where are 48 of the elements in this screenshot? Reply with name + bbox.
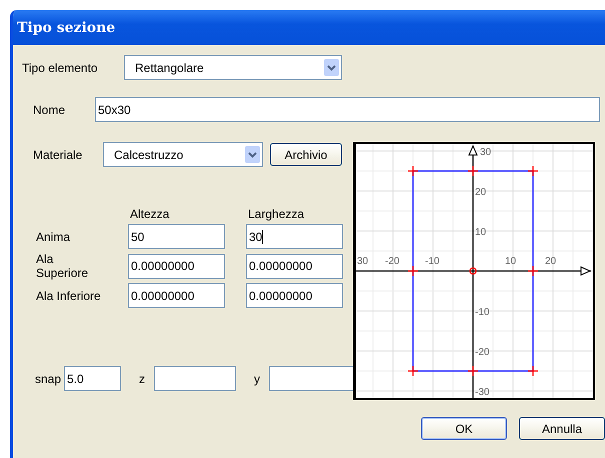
row-label: Ala Inferiore — [36, 288, 102, 302]
row-label: Ala Superiore — [36, 252, 90, 280]
archive-button[interactable]: Archivio — [270, 143, 342, 166]
element-type-dropdown[interactable]: Rettangolare — [124, 55, 342, 80]
name-field[interactable]: 50x30 — [95, 97, 600, 122]
field-label: Tipo elemento — [22, 60, 99, 74]
dimension-field[interactable]: 50 — [128, 224, 225, 249]
dimension-field[interactable]: 0.00000000 — [128, 283, 225, 308]
snap-marker — [528, 266, 538, 276]
material-dropdown[interactable]: Calcestruzzo — [103, 142, 263, 167]
snap-marker — [408, 166, 418, 176]
field-label: Materiale — [33, 148, 84, 162]
axis-tick-label: -20 — [475, 347, 490, 358]
coordinate-field[interactable] — [269, 366, 354, 391]
field-label: snap — [35, 372, 62, 386]
text-cursor — [262, 230, 264, 244]
axis-tick-label: -20 — [385, 256, 400, 267]
axis-tick-label: -30 — [475, 387, 490, 398]
dimension-field[interactable]: 0.00000000 — [246, 254, 343, 278]
axis-tick-label: 20 — [545, 256, 556, 267]
row-label: Anima — [36, 230, 72, 244]
field-label: y — [254, 372, 260, 386]
coordinate-field[interactable]: 5.0 — [64, 366, 122, 391]
dimension-field[interactable]: 30 — [246, 224, 343, 249]
axis-tick-label: 20 — [475, 187, 486, 198]
axis-tick-label: -10 — [475, 307, 490, 318]
axis-tick-label: 10 — [505, 256, 516, 267]
axis-tick-label: 30 — [357, 256, 368, 267]
axis-tick-label: -10 — [425, 256, 440, 267]
snap-marker — [408, 366, 418, 376]
column-header: Larghezza — [248, 207, 306, 221]
cancel-button[interactable]: Annulla — [519, 417, 605, 440]
ok-button[interactable]: OK — [421, 417, 507, 440]
snap-marker — [528, 166, 538, 176]
coordinate-field[interactable] — [154, 366, 236, 391]
dimension-field[interactable]: 0.00000000 — [128, 254, 225, 278]
snap-marker — [468, 366, 478, 376]
snap-marker — [408, 266, 418, 276]
field-label: z — [139, 372, 146, 386]
field-label: Nome — [33, 102, 66, 116]
window-title: Tipo sezione — [17, 20, 116, 36]
dimension-field[interactable]: 0.00000000 — [246, 283, 343, 308]
column-header: Altezza — [130, 207, 170, 221]
snap-marker — [528, 366, 538, 376]
snap-marker — [468, 166, 478, 176]
origin-marker — [469, 267, 477, 275]
axis-tick-label: 30 — [480, 147, 492, 158]
axis-tick-label: 10 — [475, 227, 486, 238]
